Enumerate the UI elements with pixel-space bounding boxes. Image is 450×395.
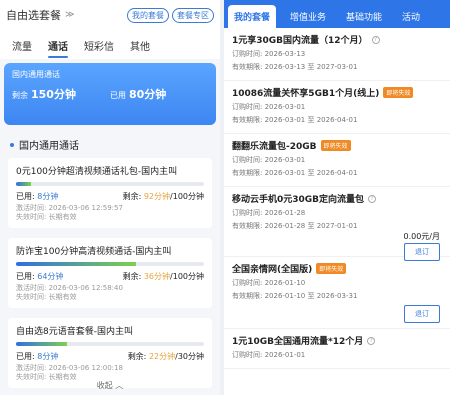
- order-time: 订购时间: 2026-01-28: [232, 209, 306, 217]
- total-amount: /30分钟: [175, 352, 204, 361]
- order-time: 订购时间: 2026-01-01: [232, 351, 306, 359]
- usage-progress-bar: [16, 342, 204, 346]
- valid-period: 有效期限: 2026-03-13 至 2027-03-01: [232, 63, 358, 71]
- package-name: 10086流量关怀享5GB1个月(线上): [232, 89, 380, 99]
- expiring-badge: 即将失效: [383, 87, 414, 98]
- card-remaining: 剩余: 36分钟/100分钟: [123, 271, 204, 282]
- package-title: 自由选套餐: [6, 9, 61, 22]
- card-used: 已用: 8分钟: [16, 351, 58, 362]
- call-summary-card: 国内通用通话 剩余 150分钟 已用 80分钟: [4, 63, 216, 125]
- my-packages-panel: 我的套餐 增值业务 基础功能 活动 1元享30GB国内流量（12个月）? 订购时…: [224, 0, 450, 395]
- my-package-button[interactable]: 我的套餐: [127, 7, 169, 23]
- package-tabs: 我的套餐 增值业务 基础功能 活动: [224, 0, 450, 28]
- used-value: 80分钟: [129, 88, 167, 101]
- section-heading-text: 国内通用通话: [19, 141, 79, 152]
- tab-other[interactable]: 其他: [130, 38, 150, 53]
- remaining-label: 剩余:: [122, 272, 142, 281]
- call-package-card[interactable]: 防诈宝100分钟高清视频通话-国内主叫 已用: 64分钟 剩余: 36分钟/10…: [8, 238, 212, 308]
- call-package-card[interactable]: 0元100分钟超清视频通话礼包-国内主叫 已用: 8分钟 剩余: 92分钟/10…: [8, 158, 212, 228]
- remaining-amount: 36分钟: [143, 272, 171, 281]
- info-icon[interactable]: ?: [367, 336, 376, 345]
- expiring-badge: 即将失效: [320, 140, 351, 151]
- order-time: 订购时间: 2026-03-01: [232, 103, 306, 111]
- card-remaining: 剩余: 92分钟/100分钟: [123, 191, 204, 202]
- valid-period: 有效期限: 2026-01-10 至 2026-03-31: [232, 292, 358, 300]
- summary-title: 国内通用通话: [12, 70, 60, 79]
- bullet-icon: [10, 142, 14, 147]
- expire-time: 失效时间: 长期有效: [16, 213, 77, 221]
- collapse-button[interactable]: 收起 ︿: [0, 380, 220, 391]
- card-used: 已用: 8分钟: [16, 191, 58, 202]
- used-amount: 64分钟: [37, 272, 64, 281]
- unsubscribe-button[interactable]: 退订: [404, 305, 440, 323]
- info-icon[interactable]: ?: [368, 194, 377, 203]
- info-icon[interactable]: ?: [371, 35, 380, 44]
- package-zone-button[interactable]: 套餐专区: [172, 7, 214, 23]
- package-name: 全国亲情网(全国版): [232, 265, 313, 275]
- package-item[interactable]: 1元10GB全国通用流量*12个月? 订购时间: 2026-01-01: [224, 329, 450, 369]
- total-amount: /100分钟: [170, 272, 204, 281]
- card-used: 已用: 64分钟: [16, 271, 63, 282]
- remaining-amount: 22分钟: [148, 352, 176, 361]
- section-heading: 国内通用通话: [10, 137, 210, 152]
- tab-value-added[interactable]: 增值业务: [284, 5, 332, 28]
- usage-progress-fill: [16, 342, 67, 346]
- used-label: 已用:: [16, 272, 35, 281]
- order-time: 订购时间: 2026-03-13: [232, 50, 306, 58]
- package-header: 自由选套餐 ≫ 我的套餐 套餐专区: [0, 0, 220, 30]
- activation-time: 激活时间: 2026-03-06 12:58:40: [16, 284, 123, 292]
- chevron-icon[interactable]: ≫: [65, 10, 74, 20]
- remaining-label: 剩余: [12, 91, 28, 100]
- tab-data[interactable]: 流量: [12, 38, 32, 53]
- usage-progress-bar: [16, 262, 204, 266]
- expiring-badge: 即将失效: [316, 263, 347, 274]
- tab-activities[interactable]: 活动: [396, 5, 426, 28]
- activation-time: 激活时间: 2026-03-06 12:59:57: [16, 204, 123, 212]
- tab-sms[interactable]: 短彩信: [84, 38, 114, 53]
- package-name: 1元10GB全国通用流量*12个月: [232, 337, 364, 347]
- monthly-price: 0.00元/月: [403, 232, 440, 241]
- valid-period: 有效期限: 2026-01-28 至 2027-01-01: [232, 222, 358, 230]
- call-package-card[interactable]: 自由选8元语音套餐-国内主叫 已用: 8分钟 剩余: 22分钟/30分钟 激活时…: [8, 318, 212, 388]
- card-name: 防诈宝100分钟高清视频通话-国内主叫: [16, 247, 172, 257]
- package-item[interactable]: 10086流量关怀享5GB1个月(线上) 即将失效 订购时间: 2026-03-0…: [224, 81, 450, 134]
- remaining-label: 剩余:: [122, 192, 142, 201]
- usage-progress-bar: [16, 182, 204, 186]
- tab-my-packages[interactable]: 我的套餐: [228, 5, 277, 28]
- package-item[interactable]: 全国亲情网(全国版) 即将失效 订购时间: 2026-01-10 有效期限: 20…: [224, 257, 450, 329]
- valid-period: 有效期限: 2026-03-01 至 2026-04-01: [232, 169, 358, 177]
- usage-progress-fill: [16, 182, 32, 186]
- package-item[interactable]: 翻翻乐流量包-20GB 即将失效 订购时间: 2026-03-01 有效期限: 2…: [224, 134, 450, 187]
- package-item[interactable]: 1元享30GB国内流量（12个月）? 订购时间: 2026-03-13 有效期限…: [224, 28, 450, 81]
- expire-time: 失效时间: 长期有效: [16, 293, 77, 301]
- package-item[interactable]: 移动云手机0元30GB定向流量包? 订购时间: 2026-01-28 有效期限:…: [224, 187, 450, 261]
- used-label: 已用:: [16, 352, 35, 361]
- card-name: 0元100分钟超清视频通话礼包-国内主叫: [16, 167, 178, 177]
- tab-calls[interactable]: 通话: [48, 38, 68, 58]
- remaining-value: 150分钟: [31, 88, 76, 101]
- package-name: 移动云手机0元30GB定向流量包: [232, 195, 365, 205]
- used-amount: 8分钟: [37, 192, 59, 201]
- order-time: 订购时间: 2026-03-01: [232, 156, 306, 164]
- card-remaining: 剩余: 22分钟/30分钟: [128, 351, 204, 362]
- order-time: 订购时间: 2026-01-10: [232, 279, 306, 287]
- used-label: 已用: [110, 91, 126, 100]
- activation-time: 激活时间: 2026-03-06 12:00:18: [16, 364, 123, 372]
- used-label: 已用:: [16, 192, 35, 201]
- remaining-amount: 92分钟: [143, 192, 171, 201]
- usage-progress-fill: [16, 262, 137, 266]
- tab-basic-functions[interactable]: 基础功能: [340, 5, 388, 28]
- valid-period: 有效期限: 2026-03-01 至 2026-04-01: [232, 116, 358, 124]
- remaining-label: 剩余:: [127, 352, 147, 361]
- call-usage-panel: 自由选套餐 ≫ 我的套餐 套餐专区 流量 通话 短彩信 其他 国内通用通话 剩余…: [0, 0, 220, 395]
- package-name: 1元享30GB国内流量（12个月）: [232, 36, 368, 46]
- usage-tabs: 流量 通话 短彩信 其他: [0, 30, 220, 59]
- card-name: 自由选8元语音套餐-国内主叫: [16, 327, 133, 337]
- total-amount: /100分钟: [170, 192, 204, 201]
- package-name: 翻翻乐流量包-20GB: [232, 142, 317, 152]
- used-amount: 8分钟: [37, 352, 59, 361]
